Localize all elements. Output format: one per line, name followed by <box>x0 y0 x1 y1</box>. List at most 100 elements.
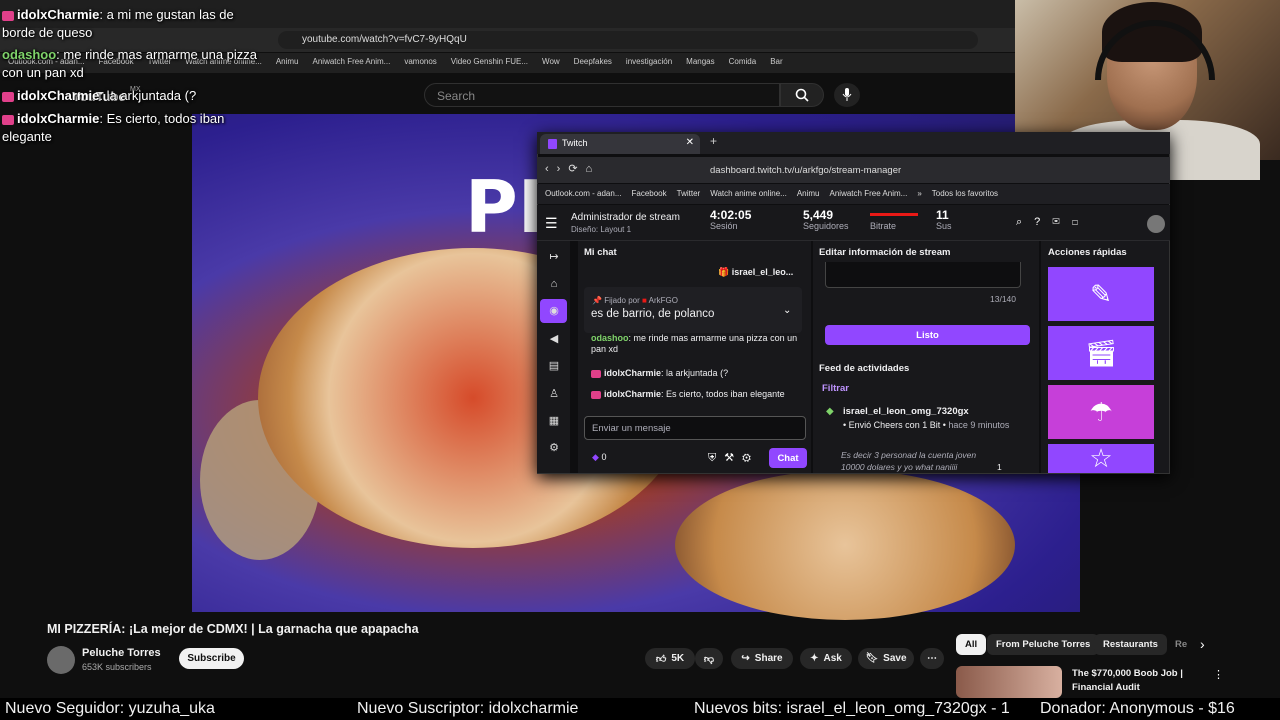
settings-icon[interactable]: ⚙ <box>547 441 561 455</box>
community-icon[interactable]: ♙ <box>547 387 561 401</box>
chevron-right-icon[interactable]: › <box>1200 636 1205 652</box>
session-label: Sesión <box>710 221 738 231</box>
bookmark-item[interactable]: Aniwatch Free Anim... <box>830 189 908 199</box>
chip-all[interactable]: All <box>956 634 987 655</box>
overlay-chat-message: idolxCharmie: a mi me gustan las de borde… <box>2 7 234 40</box>
raid-quick-action[interactable]: ☂ <box>1048 385 1154 439</box>
thumbs-down-icon: 👎︎ <box>703 653 715 665</box>
bookmark-item[interactable]: Watch anime online... <box>710 189 787 199</box>
video-pizza <box>675 470 1015 620</box>
twitch-tab[interactable]: Twitch ✕ <box>540 134 700 154</box>
chat-title[interactable]: Mi chat <box>584 247 617 258</box>
search-icon <box>795 88 809 102</box>
more-vert-icon[interactable]: ⋮ <box>1213 668 1224 681</box>
done-button[interactable]: Listo <box>825 325 1030 345</box>
recommended-title[interactable]: The $770,000 Boob Job | <box>1072 668 1183 679</box>
activity-feed-title[interactable]: Feed de actividades <box>819 363 909 374</box>
collapse-icon[interactable]: ↦ <box>547 250 561 264</box>
menu-icon[interactable]: ☰ <box>545 215 558 232</box>
analytics-icon[interactable]: ▤ <box>547 359 561 373</box>
ticker-subscriber: Nuevo Suscriptor: idolxcharmie <box>357 700 579 717</box>
title-field[interactable] <box>825 262 1021 288</box>
feed-user[interactable]: israel_el_leon_omg_7320gx <box>843 406 969 417</box>
chat-message[interactable]: odashoo: me rinde mas armarme una pizza … <box>591 333 801 355</box>
share-icon: ↪ <box>741 653 750 664</box>
filter-button[interactable]: Filtrar <box>822 383 849 394</box>
bookmark-item[interactable]: Comida <box>729 57 757 69</box>
bookmark-item[interactable]: Deepfakes <box>574 57 612 69</box>
microphone-icon <box>842 88 852 101</box>
nav-buttons[interactable]: ‹›⟳⌂ <box>545 162 600 175</box>
bookmark-item[interactable]: Animu <box>797 189 820 199</box>
subscriber-badge-icon <box>591 390 601 399</box>
overlay-chat-message: idolxCharmie: Es cierto, todos iban elega… <box>2 111 225 144</box>
bookmark-item[interactable]: Video Genshin FUE... <box>451 57 528 69</box>
chat-settings-icons[interactable]: ⛨⚒⚙ <box>708 451 759 465</box>
chip-restaurants[interactable]: Restaurants <box>1094 634 1167 655</box>
bookmark-item[interactable]: investigación <box>626 57 672 69</box>
bookmark-item[interactable]: Twitter <box>677 189 701 199</box>
voice-search-button[interactable] <box>834 83 860 107</box>
like-button[interactable]: 👍︎ 5K <box>645 648 695 669</box>
content-icon[interactable]: ▦ <box>547 414 561 428</box>
subscriber-badge-icon <box>591 369 601 378</box>
quick-actions-title[interactable]: Acciones rápidas <box>1048 247 1127 258</box>
search-button[interactable] <box>780 83 824 107</box>
bookmark-item[interactable]: Wow <box>542 57 560 69</box>
ask-button[interactable]: ✦ Ask <box>800 648 852 669</box>
dashboard-side-nav <box>537 241 570 473</box>
subs-count: 11 <box>936 208 949 222</box>
gift-banner[interactable]: 🎁 israel_el_leo... <box>718 267 793 278</box>
chat-input[interactable]: Enviar un mensaje <box>584 416 806 440</box>
channel-name[interactable]: Peluche Torres <box>82 647 161 659</box>
twitch-url-field[interactable]: dashboard.twitch.tv/u/arkfgo/stream-mana… <box>690 161 960 179</box>
dislike-button[interactable]: 👎︎ <box>695 648 723 669</box>
clapperboard-icon: 🎬︎ <box>1084 337 1118 368</box>
bookmark-item[interactable]: Bar <box>770 57 782 69</box>
recommended-subtitle[interactable]: Financial Audit <box>1072 682 1140 693</box>
avatar[interactable] <box>1147 215 1165 233</box>
overlay-chat-message: odashoo: me rinde mas armarme una pizza c… <box>2 47 258 80</box>
url-field[interactable]: youtube.com/watch?v=fvC7-9yHQqU <box>278 31 978 49</box>
edit-quick-action[interactable]: ✎ <box>1048 267 1154 321</box>
twitch-bookmarks-bar: Outlook.com - adan... Facebook Twitter W… <box>537 184 1170 204</box>
bookmark-item[interactable]: Mangas <box>686 57 714 69</box>
chevron-down-icon[interactable]: ⌄ <box>783 305 791 316</box>
stream-info-title[interactable]: Editar información de stream <box>819 247 950 258</box>
video-overlay-text: PI <box>465 165 545 249</box>
bookmark-item[interactable]: Aniwatch Free Anim... <box>313 57 391 69</box>
top-right-icons[interactable]: ⌕?✉◻ <box>1016 216 1090 229</box>
tab-label: Twitch <box>562 138 588 148</box>
bookmark-item[interactable]: Facebook <box>631 189 666 199</box>
bookmark-item[interactable]: » <box>917 189 921 199</box>
subscriber-badge-icon <box>2 10 14 21</box>
home-icon[interactable]: ⌂ <box>547 277 561 291</box>
pencil-icon: ✎ <box>1090 278 1112 309</box>
bookmark-item[interactable]: Outlook.com - adan... <box>545 189 621 199</box>
new-tab-icon[interactable]: + <box>710 134 717 148</box>
close-icon[interactable]: ✕ <box>686 137 694 148</box>
save-button[interactable]: 🔖︎ Save <box>858 648 914 669</box>
recommended-thumbnail[interactable] <box>956 666 1062 698</box>
clip-quick-action[interactable]: 🎬︎ <box>1048 326 1154 380</box>
parachute-icon: ☂ <box>1089 396 1113 427</box>
search-input[interactable]: Search <box>424 83 780 107</box>
more-button[interactable]: ⋯ <box>920 648 944 669</box>
share-button[interactable]: ↪ Share <box>731 648 793 669</box>
channel-avatar[interactable] <box>47 646 75 674</box>
bookmark-icon: 🔖︎ <box>865 653 879 664</box>
chip-more[interactable]: Re <box>1166 634 1196 655</box>
dashboard-title[interactable]: Administrador de stream <box>571 212 680 223</box>
bookmark-item[interactable]: Todos los favoritos <box>932 189 998 199</box>
chip-channel[interactable]: From Peluche Torres <box>987 634 1100 655</box>
overlay-chat-message: idolxCharmie: la arkjuntada (? <box>2 87 302 105</box>
highlight-quick-action[interactable]: ☆ <box>1048 443 1154 473</box>
megaphone-icon[interactable]: ◀ <box>547 332 561 346</box>
chat-message[interactable]: idolxCharmie: la arkjuntada (? <box>591 368 801 379</box>
bookmark-item[interactable]: vamonos <box>404 57 436 69</box>
subscribe-button[interactable]: Subscribe <box>179 648 244 669</box>
thumbs-up-icon: 👍︎ <box>655 653 667 665</box>
send-chat-button[interactable]: Chat <box>769 448 807 468</box>
bits-balance[interactable]: ◆ 0 <box>592 452 606 463</box>
chat-message[interactable]: idolxCharmie: Es cierto, todos iban eleg… <box>591 389 801 400</box>
